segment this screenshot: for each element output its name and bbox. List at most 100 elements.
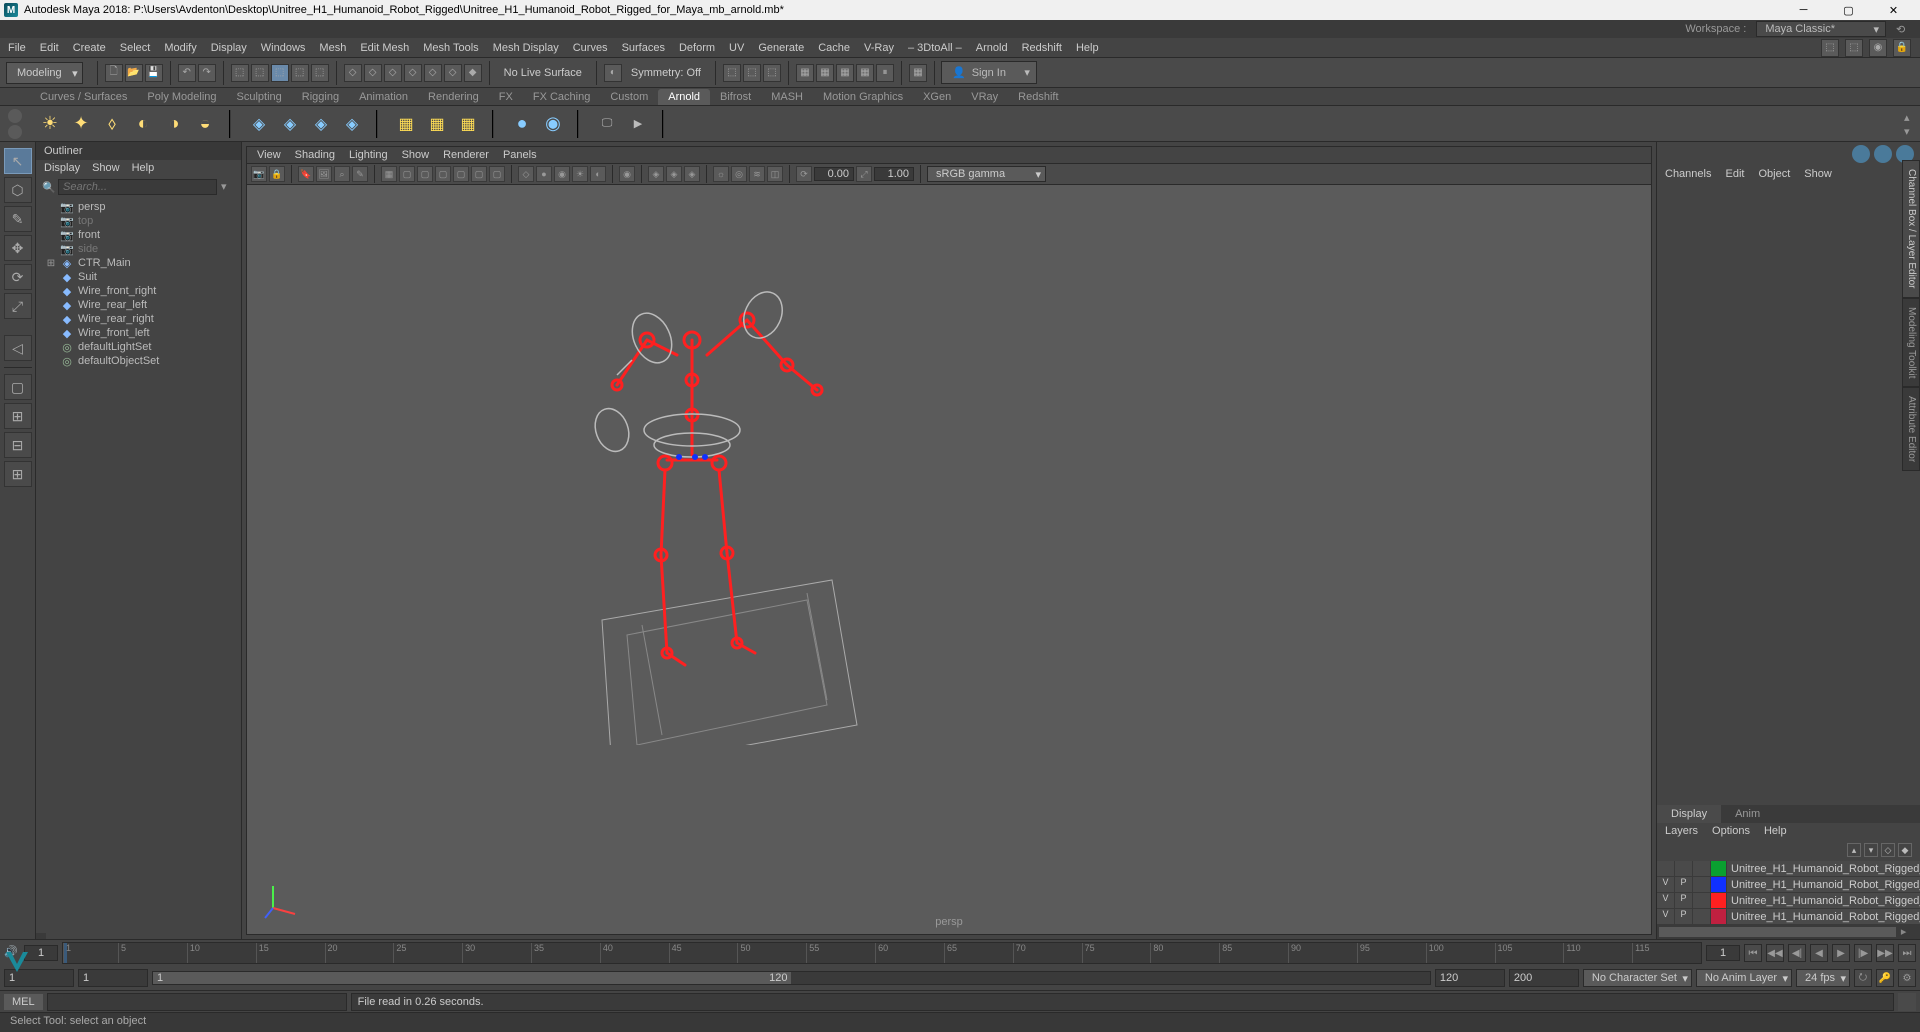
render-5-icon[interactable]: ⏸ bbox=[876, 64, 894, 82]
vp-depth-of-field-icon[interactable]: ◎ bbox=[731, 166, 747, 182]
shelf-tab-mash[interactable]: MASH bbox=[761, 89, 813, 105]
step-fwd-key-button[interactable]: ▶▶ bbox=[1876, 944, 1894, 962]
select-mode-2-icon[interactable]: ⬚ bbox=[251, 64, 269, 82]
outliner-item-wire_front_left[interactable]: ◆Wire_front_left bbox=[40, 326, 237, 340]
vp-colorspace-select[interactable]: sRGB gamma bbox=[927, 166, 1046, 182]
shelf-tab-poly-modeling[interactable]: Poly Modeling bbox=[137, 89, 226, 105]
step-fwd-button[interactable]: |▶ bbox=[1854, 944, 1872, 962]
outliner-item-top[interactable]: 📷top bbox=[40, 214, 237, 228]
render-3-icon[interactable]: ▦ bbox=[836, 64, 854, 82]
layer-tab-anim[interactable]: Anim bbox=[1721, 805, 1774, 823]
vp-field-chart-icon[interactable]: ▢ bbox=[453, 166, 469, 182]
layout-single-icon[interactable]: ▢ bbox=[4, 374, 32, 400]
command-input[interactable] bbox=[47, 993, 347, 1011]
vp-exposure-icon[interactable]: ☼ bbox=[713, 166, 729, 182]
save-scene-icon[interactable]: 💾 bbox=[145, 64, 163, 82]
lasso-tool[interactable]: ⬡ bbox=[4, 177, 32, 203]
outliner-tree[interactable]: 📷persp📷top📷front📷side⊞◈CTR_Main◆Suit◆Wir… bbox=[36, 198, 241, 933]
menu-mesh-tools[interactable]: Mesh Tools bbox=[423, 42, 478, 54]
auto-key-icon[interactable]: ⭮ bbox=[1854, 969, 1872, 987]
select-tool[interactable]: ↖ bbox=[4, 148, 32, 174]
select-mode-3-icon[interactable]: ⬚ bbox=[271, 64, 289, 82]
physical-sky-icon[interactable]: ◒ bbox=[191, 110, 219, 138]
outliner-item-wire_rear_left[interactable]: ◆Wire_rear_left bbox=[40, 298, 237, 312]
move-tool[interactable]: ✥ bbox=[4, 235, 32, 261]
layer-menu-layers[interactable]: Layers bbox=[1665, 825, 1698, 837]
menu-right-icon-3[interactable]: ◉ bbox=[1869, 39, 1887, 57]
layer-row[interactable]: Unitree_H1_Humanoid_Robot_Rigged_Geome bbox=[1657, 861, 1920, 877]
vp-textured-icon[interactable]: ◉ bbox=[554, 166, 570, 182]
vp-menu-panels[interactable]: Panels bbox=[503, 149, 537, 161]
layout-custom-1-icon[interactable]: ⊟ bbox=[4, 432, 32, 458]
ch-menu-channels[interactable]: Channels bbox=[1665, 168, 1711, 180]
shelf-grid-2-icon[interactable]: ▦ bbox=[423, 110, 451, 138]
menu-deform[interactable]: Deform bbox=[679, 42, 715, 54]
shelf-tab-custom[interactable]: Custom bbox=[600, 89, 658, 105]
layer-playback-toggle[interactable] bbox=[1675, 861, 1693, 876]
menu-edit-mesh[interactable]: Edit Mesh bbox=[360, 42, 409, 54]
shelf-tab-sculpting[interactable]: Sculpting bbox=[227, 89, 292, 105]
volume-icon[interactable]: ◈ bbox=[338, 110, 366, 138]
sign-in-button[interactable]: 👤 Sign In bbox=[941, 61, 1037, 84]
menu-create[interactable]: Create bbox=[73, 42, 106, 54]
vp-use-lights-icon[interactable]: ☀ bbox=[572, 166, 588, 182]
menu-generate[interactable]: Generate bbox=[758, 42, 804, 54]
menu-modify[interactable]: Modify bbox=[164, 42, 196, 54]
vp-shadows-icon[interactable]: ◐ bbox=[590, 166, 606, 182]
vp-menu-lighting[interactable]: Lighting bbox=[349, 149, 388, 161]
history-1-icon[interactable]: ⬚ bbox=[723, 64, 741, 82]
layer-color-swatch[interactable] bbox=[1711, 909, 1727, 924]
layer-row[interactable]: VPUnitree_H1_Humanoid_Robot_Rigged_Helpe… bbox=[1657, 877, 1920, 893]
menu-curves[interactable]: Curves bbox=[573, 42, 608, 54]
go-start-button[interactable]: ⏮ bbox=[1744, 944, 1762, 962]
vp-lock-camera-icon[interactable]: 🔒 bbox=[269, 166, 285, 182]
vp-scale-field[interactable] bbox=[874, 167, 914, 181]
menu-mesh[interactable]: Mesh bbox=[319, 42, 346, 54]
go-end-button[interactable]: ⏭ bbox=[1898, 944, 1916, 962]
shelf-tab-arnold[interactable]: Arnold bbox=[658, 89, 710, 105]
outliner-item-front[interactable]: 📷front bbox=[40, 228, 237, 242]
shelf-tab-animation[interactable]: Animation bbox=[349, 89, 418, 105]
side-tab-modeling-toolkit[interactable]: Modeling Toolkit bbox=[1902, 298, 1920, 388]
shelf-tab-rendering[interactable]: Rendering bbox=[418, 89, 489, 105]
snap-1-icon[interactable]: ◇ bbox=[344, 64, 362, 82]
shelf-tab-xgen[interactable]: XGen bbox=[913, 89, 961, 105]
outliner-item-ctr_main[interactable]: ⊞◈CTR_Main bbox=[40, 256, 237, 270]
layer-color-swatch[interactable] bbox=[1711, 861, 1727, 876]
shelf-scroll-down-icon[interactable]: ▾ bbox=[1904, 125, 1916, 137]
select-mode-5-icon[interactable]: ⬚ bbox=[311, 64, 329, 82]
expand-icon[interactable]: ⊞ bbox=[46, 258, 56, 269]
render-4-icon[interactable]: ▦ bbox=[856, 64, 874, 82]
layout-four-icon[interactable]: ⊞ bbox=[4, 403, 32, 429]
mode-selector[interactable]: Modeling bbox=[6, 62, 83, 84]
ch-menu-edit[interactable]: Edit bbox=[1725, 168, 1744, 180]
shelf-tab-fx[interactable]: FX bbox=[489, 89, 523, 105]
vp-resolution-gate-icon[interactable]: ▢ bbox=[417, 166, 433, 182]
shelf-sphere-1-icon[interactable]: ● bbox=[508, 110, 536, 138]
menu-3dtoall[interactable]: – 3DtoAll – bbox=[908, 42, 962, 54]
photometric-light-icon[interactable]: ⬨ bbox=[98, 110, 126, 138]
menu-right-icon-1[interactable]: ⬚ bbox=[1821, 39, 1839, 57]
vp-menu-renderer[interactable]: Renderer bbox=[443, 149, 489, 161]
menu-right-icon-2[interactable]: ⬚ bbox=[1845, 39, 1863, 57]
vp-2d-zoom-icon[interactable]: ⌕ bbox=[334, 166, 350, 182]
layer-row[interactable]: VPUnitree_H1_Humanoid_Robot_Rigged_Bones bbox=[1657, 893, 1920, 909]
viewport-3d[interactable]: persp bbox=[247, 185, 1651, 934]
channel-box[interactable] bbox=[1657, 182, 1920, 805]
time-current-field-right[interactable] bbox=[1706, 945, 1740, 961]
vp-xray-joints-icon[interactable]: ◈ bbox=[666, 166, 682, 182]
shelf-tab-curves-surfaces[interactable]: Curves / Surfaces bbox=[30, 89, 137, 105]
outliner-menu-help[interactable]: Help bbox=[132, 162, 155, 174]
menu-redshift[interactable]: Redshift bbox=[1022, 42, 1062, 54]
vp-image-plane-icon[interactable]: 🖼 bbox=[316, 166, 332, 182]
shelf-tab-rigging[interactable]: Rigging bbox=[292, 89, 349, 105]
menu-display[interactable]: Display bbox=[211, 42, 247, 54]
snap-3-icon[interactable]: ◇ bbox=[384, 64, 402, 82]
layer-color-swatch[interactable] bbox=[1711, 893, 1727, 908]
symmetry-label[interactable]: Symmetry: Off bbox=[623, 67, 709, 79]
script-editor-icon[interactable] bbox=[1898, 993, 1916, 1011]
ch-menu-object[interactable]: Object bbox=[1758, 168, 1790, 180]
layer-menu-options[interactable]: Options bbox=[1712, 825, 1750, 837]
shelf-tab-fx-caching[interactable]: FX Caching bbox=[523, 89, 600, 105]
layer-vis-toggle[interactable]: V bbox=[1657, 893, 1675, 908]
